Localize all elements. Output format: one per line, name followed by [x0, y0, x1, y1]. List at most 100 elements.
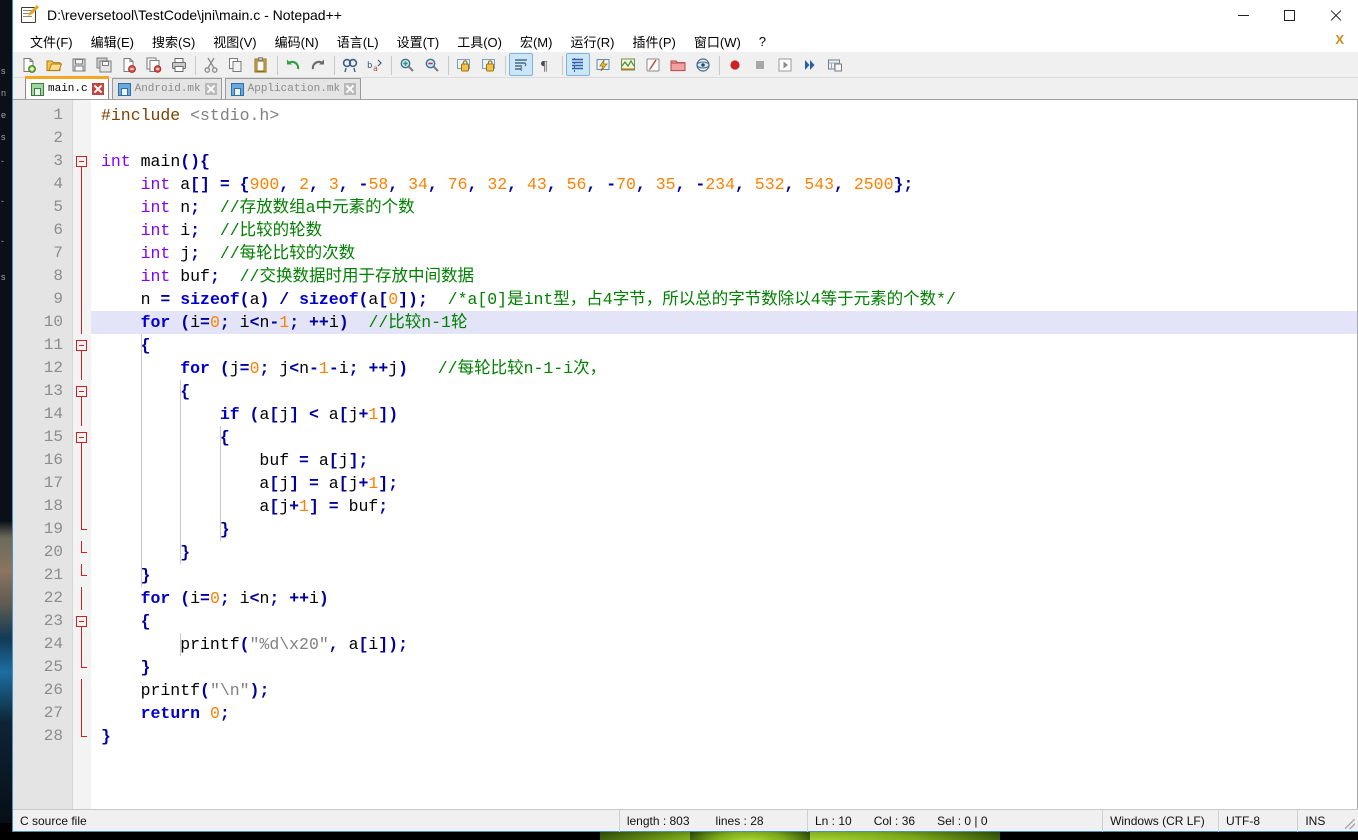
stop-recording-icon[interactable]	[748, 53, 772, 76]
menu-edit[interactable]: 编辑(E)	[82, 30, 143, 53]
record-macro-icon[interactable]	[723, 53, 747, 76]
code-line[interactable]: }	[91, 564, 1357, 587]
function-list-icon[interactable]	[641, 53, 665, 76]
tab-main-c[interactable]: main.c	[25, 76, 109, 99]
sync-horizontal-scroll-icon[interactable]	[477, 53, 501, 76]
close-document-x[interactable]: X	[1335, 32, 1344, 47]
line-number: 11	[43, 336, 63, 354]
fold-toggle-icon[interactable]	[73, 380, 91, 403]
undo-icon[interactable]	[281, 53, 305, 76]
tab-close-icon[interactable]	[344, 83, 357, 95]
code-line[interactable]: int j; //每轮比较的次数	[91, 242, 1357, 265]
code-line[interactable]: int main(){	[91, 150, 1357, 173]
code-line[interactable]: a[j+1] = buf;	[91, 495, 1357, 518]
code-line[interactable]: {	[91, 380, 1357, 403]
menu-window[interactable]: 窗口(W)	[685, 30, 750, 53]
menu-plugins[interactable]: 插件(P)	[624, 30, 685, 53]
tab-application-mk[interactable]: Application.mk	[224, 78, 362, 99]
code-text-area[interactable]: #include <stdio.h> int main(){ int a[] =…	[91, 100, 1357, 809]
indent-guide-icon[interactable]	[566, 53, 590, 76]
user-defined-language-icon[interactable]	[591, 53, 615, 76]
code-line[interactable]: int n; //存放数组a中元素的个数	[91, 196, 1357, 219]
show-all-characters-icon[interactable]: ¶	[534, 53, 558, 76]
copy-icon[interactable]	[224, 53, 248, 76]
fold-toggle-icon[interactable]	[73, 150, 91, 173]
status-bar: C source file length : 803 lines : 28 Ln…	[13, 809, 1358, 832]
paste-icon[interactable]	[249, 53, 273, 76]
zoom-out-icon[interactable]	[420, 53, 444, 76]
line-number: 5	[53, 198, 63, 216]
code-line[interactable]	[91, 127, 1357, 150]
toolbar-separator	[274, 55, 281, 75]
code-line[interactable]: n = sizeof(a) / sizeof(a[0]); /*a[0]是int…	[91, 288, 1357, 311]
menu-help[interactable]: ?	[750, 32, 775, 51]
menu-encoding[interactable]: 编码(N)	[266, 30, 328, 53]
fold-toggle-icon[interactable]	[73, 426, 91, 449]
tab-android-mk[interactable]: Android.mk	[111, 78, 222, 99]
tab-close-icon[interactable]	[204, 83, 217, 95]
code-line[interactable]: for (i=0; i<n; ++i)	[91, 587, 1357, 610]
monitoring-icon[interactable]	[691, 53, 715, 76]
code-line[interactable]: }	[91, 656, 1357, 679]
new-file-icon[interactable]	[17, 53, 41, 76]
menu-search[interactable]: 搜索(S)	[143, 30, 204, 53]
replace-icon[interactable]: ba	[363, 53, 387, 76]
code-folding-margin[interactable]	[73, 100, 91, 809]
word-wrap-icon[interactable]	[509, 53, 533, 76]
code-line[interactable]: for (i=0; i<n-1; ++i) //比较n-1轮	[91, 311, 1357, 334]
code-line[interactable]: for (j=0; j<n-1-i; ++j) //每轮比较n-1-i次，	[91, 357, 1357, 380]
save-icon[interactable]	[67, 53, 91, 76]
menu-language[interactable]: 语言(L)	[328, 30, 388, 53]
code-line[interactable]: printf("\n");	[91, 679, 1357, 702]
menu-run[interactable]: 运行(R)	[561, 30, 623, 53]
code-line[interactable]: int i; //比较的轮数	[91, 219, 1357, 242]
code-line[interactable]: printf("%d\x20", a[i]);	[91, 633, 1357, 656]
menu-settings[interactable]: 设置(T)	[388, 30, 449, 53]
menu-view[interactable]: 视图(V)	[204, 30, 265, 53]
code-line[interactable]: {	[91, 334, 1357, 357]
code-line[interactable]: int buf; //交换数据时用于存放中间数据	[91, 265, 1357, 288]
code-line[interactable]: a[j] = a[j+1];	[91, 472, 1357, 495]
sync-vertical-scroll-icon[interactable]	[452, 53, 476, 76]
save-macro-icon[interactable]	[823, 53, 847, 76]
svg-text:a: a	[373, 64, 378, 73]
fold-toggle-icon[interactable]	[73, 334, 91, 357]
cut-icon[interactable]	[199, 53, 223, 76]
fold-empty	[73, 127, 91, 150]
menu-tools[interactable]: 工具(O)	[448, 30, 511, 53]
line-number: 4	[53, 175, 63, 193]
code-line[interactable]: }	[91, 725, 1357, 748]
code-line[interactable]: if (a[j] < a[j+1])	[91, 403, 1357, 426]
redo-icon[interactable]	[306, 53, 330, 76]
code-line[interactable]: return 0;	[91, 702, 1357, 725]
fold-end-marker	[73, 725, 91, 748]
find-icon[interactable]	[338, 53, 362, 76]
code-line[interactable]: {	[91, 610, 1357, 633]
run-macro-multiple-icon[interactable]	[798, 53, 822, 76]
editor-area[interactable]: 1 2 3 4 5 6 7 8 9 10 11 12 13 14 15 16 17 18 19 20 21 22 23 24 2…	[13, 100, 1358, 809]
code-line[interactable]: {	[91, 426, 1357, 449]
code-line[interactable]: }	[91, 518, 1357, 541]
fold-end-marker	[73, 541, 91, 564]
minimize-button[interactable]	[1220, 0, 1266, 30]
print-icon[interactable]	[167, 53, 191, 76]
fold-toggle-icon[interactable]	[73, 610, 91, 633]
playback-icon[interactable]	[773, 53, 797, 76]
code-line[interactable]: int a[] = {900, 2, 3, -58, 34, 76, 32, 4…	[91, 173, 1357, 196]
save-all-icon[interactable]	[92, 53, 116, 76]
document-map-icon[interactable]	[616, 53, 640, 76]
zoom-in-icon[interactable]	[395, 53, 419, 76]
code-line[interactable]: }	[91, 541, 1357, 564]
maximize-button[interactable]	[1266, 0, 1312, 30]
open-file-icon[interactable]	[42, 53, 66, 76]
close-file-icon[interactable]	[117, 53, 141, 76]
resize-grip[interactable]	[1344, 810, 1358, 832]
close-button[interactable]	[1312, 0, 1358, 30]
code-line[interactable]: buf = a[j];	[91, 449, 1357, 472]
close-all-icon[interactable]	[142, 53, 166, 76]
folder-as-workspace-icon[interactable]	[666, 53, 690, 76]
menu-macro[interactable]: 宏(M)	[511, 30, 562, 53]
tab-close-icon[interactable]	[91, 83, 104, 95]
code-line[interactable]: #include <stdio.h>	[91, 104, 1357, 127]
menu-file[interactable]: 文件(F)	[21, 30, 82, 53]
